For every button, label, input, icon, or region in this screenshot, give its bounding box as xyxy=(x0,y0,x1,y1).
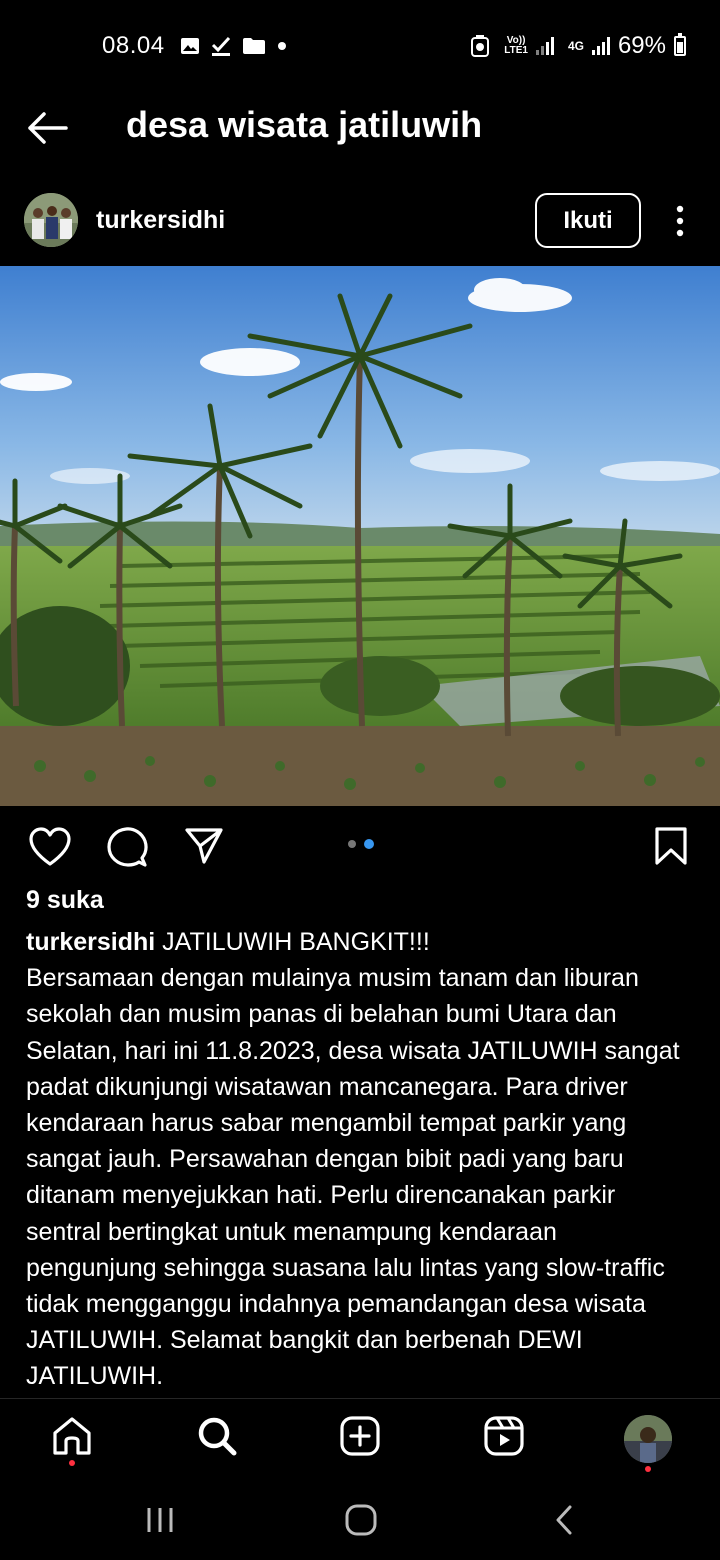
carousel-dot xyxy=(348,840,356,848)
caption-text: JATILUWIH BANGKIT!!! xyxy=(162,928,430,956)
caption-line: tidak mengganggu indahnya pemandangan de… xyxy=(26,1290,646,1319)
data-saver-icon xyxy=(471,35,490,57)
create-icon[interactable] xyxy=(339,1415,381,1457)
caption-line: sekolah dan musim panas di belahan bumi … xyxy=(26,1000,617,1029)
network-type: 4G xyxy=(567,39,584,53)
caption-line: sangat jauh. Persawahan dengan bibit pad… xyxy=(26,1145,624,1174)
post-caption: turkersidhi JATILUWIH BANGKIT!!! Bersama… xyxy=(26,924,706,1395)
signal-1-icon xyxy=(535,37,554,55)
gallery-icon xyxy=(181,38,199,54)
volte-bottom: LTE1 xyxy=(504,45,528,56)
caption-line: JATILUWIH. xyxy=(26,1362,164,1391)
battery-icon xyxy=(674,33,686,56)
carousel-dot-active xyxy=(364,839,374,849)
status-right: Vo)) LTE1 4G 69% xyxy=(470,32,686,60)
profile-notification-dot xyxy=(645,1466,651,1472)
battery-percent: 69% xyxy=(617,32,666,59)
system-nav-bar xyxy=(0,1480,720,1560)
post-image[interactable] xyxy=(0,266,720,806)
bottom-nav xyxy=(0,1398,720,1480)
back-arrow-icon[interactable] xyxy=(26,108,70,148)
more-options-icon[interactable] xyxy=(670,204,690,238)
carousel-indicator xyxy=(348,839,374,849)
notification-icons xyxy=(180,36,288,56)
back-icon[interactable] xyxy=(552,1504,576,1536)
volte-indicator: Vo)) LTE1 xyxy=(504,36,528,56)
status-bar: 08.04 Vo)) LTE1 4G 69% xyxy=(0,0,720,92)
search-icon[interactable] xyxy=(196,1415,238,1457)
author-username[interactable]: turkersidhi xyxy=(96,206,225,235)
caption-line: pengunjung sehingga suasana lalu lintas … xyxy=(26,1253,665,1282)
post-actions xyxy=(0,820,720,874)
caption-line: Bersamaan dengan mulainya musim tanam da… xyxy=(26,964,639,993)
like-heart-icon[interactable] xyxy=(28,826,72,868)
recent-apps-icon[interactable] xyxy=(145,1505,175,1535)
reels-icon[interactable] xyxy=(483,1415,525,1457)
caption-line: kendaraan harus sabar mengambil tempat p… xyxy=(26,1109,627,1138)
post-header: turkersidhi Ikuti xyxy=(0,186,720,256)
check-icon xyxy=(211,36,231,56)
caption-line-0: turkersidhi JATILUWIH BANGKIT!!! xyxy=(26,924,706,960)
share-send-icon[interactable] xyxy=(184,826,224,866)
home-notification-dot xyxy=(69,1460,75,1466)
save-bookmark-icon[interactable] xyxy=(654,826,688,866)
caption-line: Selatan, hari ini 11.8.2023, desa wisata… xyxy=(26,1036,680,1065)
folder-icon xyxy=(243,38,265,54)
caption-username[interactable]: turkersidhi xyxy=(26,928,155,956)
page-title: desa wisata jatiluwih xyxy=(126,104,483,145)
home-icon[interactable] xyxy=(51,1415,93,1457)
author-avatar[interactable] xyxy=(24,193,78,247)
caption-line: ditanam menyejukkan hati. Perlu direncan… xyxy=(26,1181,616,1210)
follow-button[interactable]: Ikuti xyxy=(535,193,641,248)
like-count[interactable]: 9 suka xyxy=(26,886,104,915)
caption-line: padat dikunjungi wisatawan mancanegara. … xyxy=(26,1072,628,1101)
status-time: 08.04 xyxy=(102,32,165,59)
comment-icon[interactable] xyxy=(106,826,148,868)
home-button-icon[interactable] xyxy=(344,1503,378,1537)
header: desa wisata jatiluwih xyxy=(0,92,720,162)
dot-icon xyxy=(278,42,286,50)
caption-line: JATILUWIH. Selamat bangkit dan berbenah … xyxy=(26,1326,583,1355)
signal-2-icon xyxy=(591,37,610,55)
caption-line: sentral bertingkat untuk menampung kenda… xyxy=(26,1217,557,1246)
profile-avatar[interactable] xyxy=(624,1415,672,1463)
